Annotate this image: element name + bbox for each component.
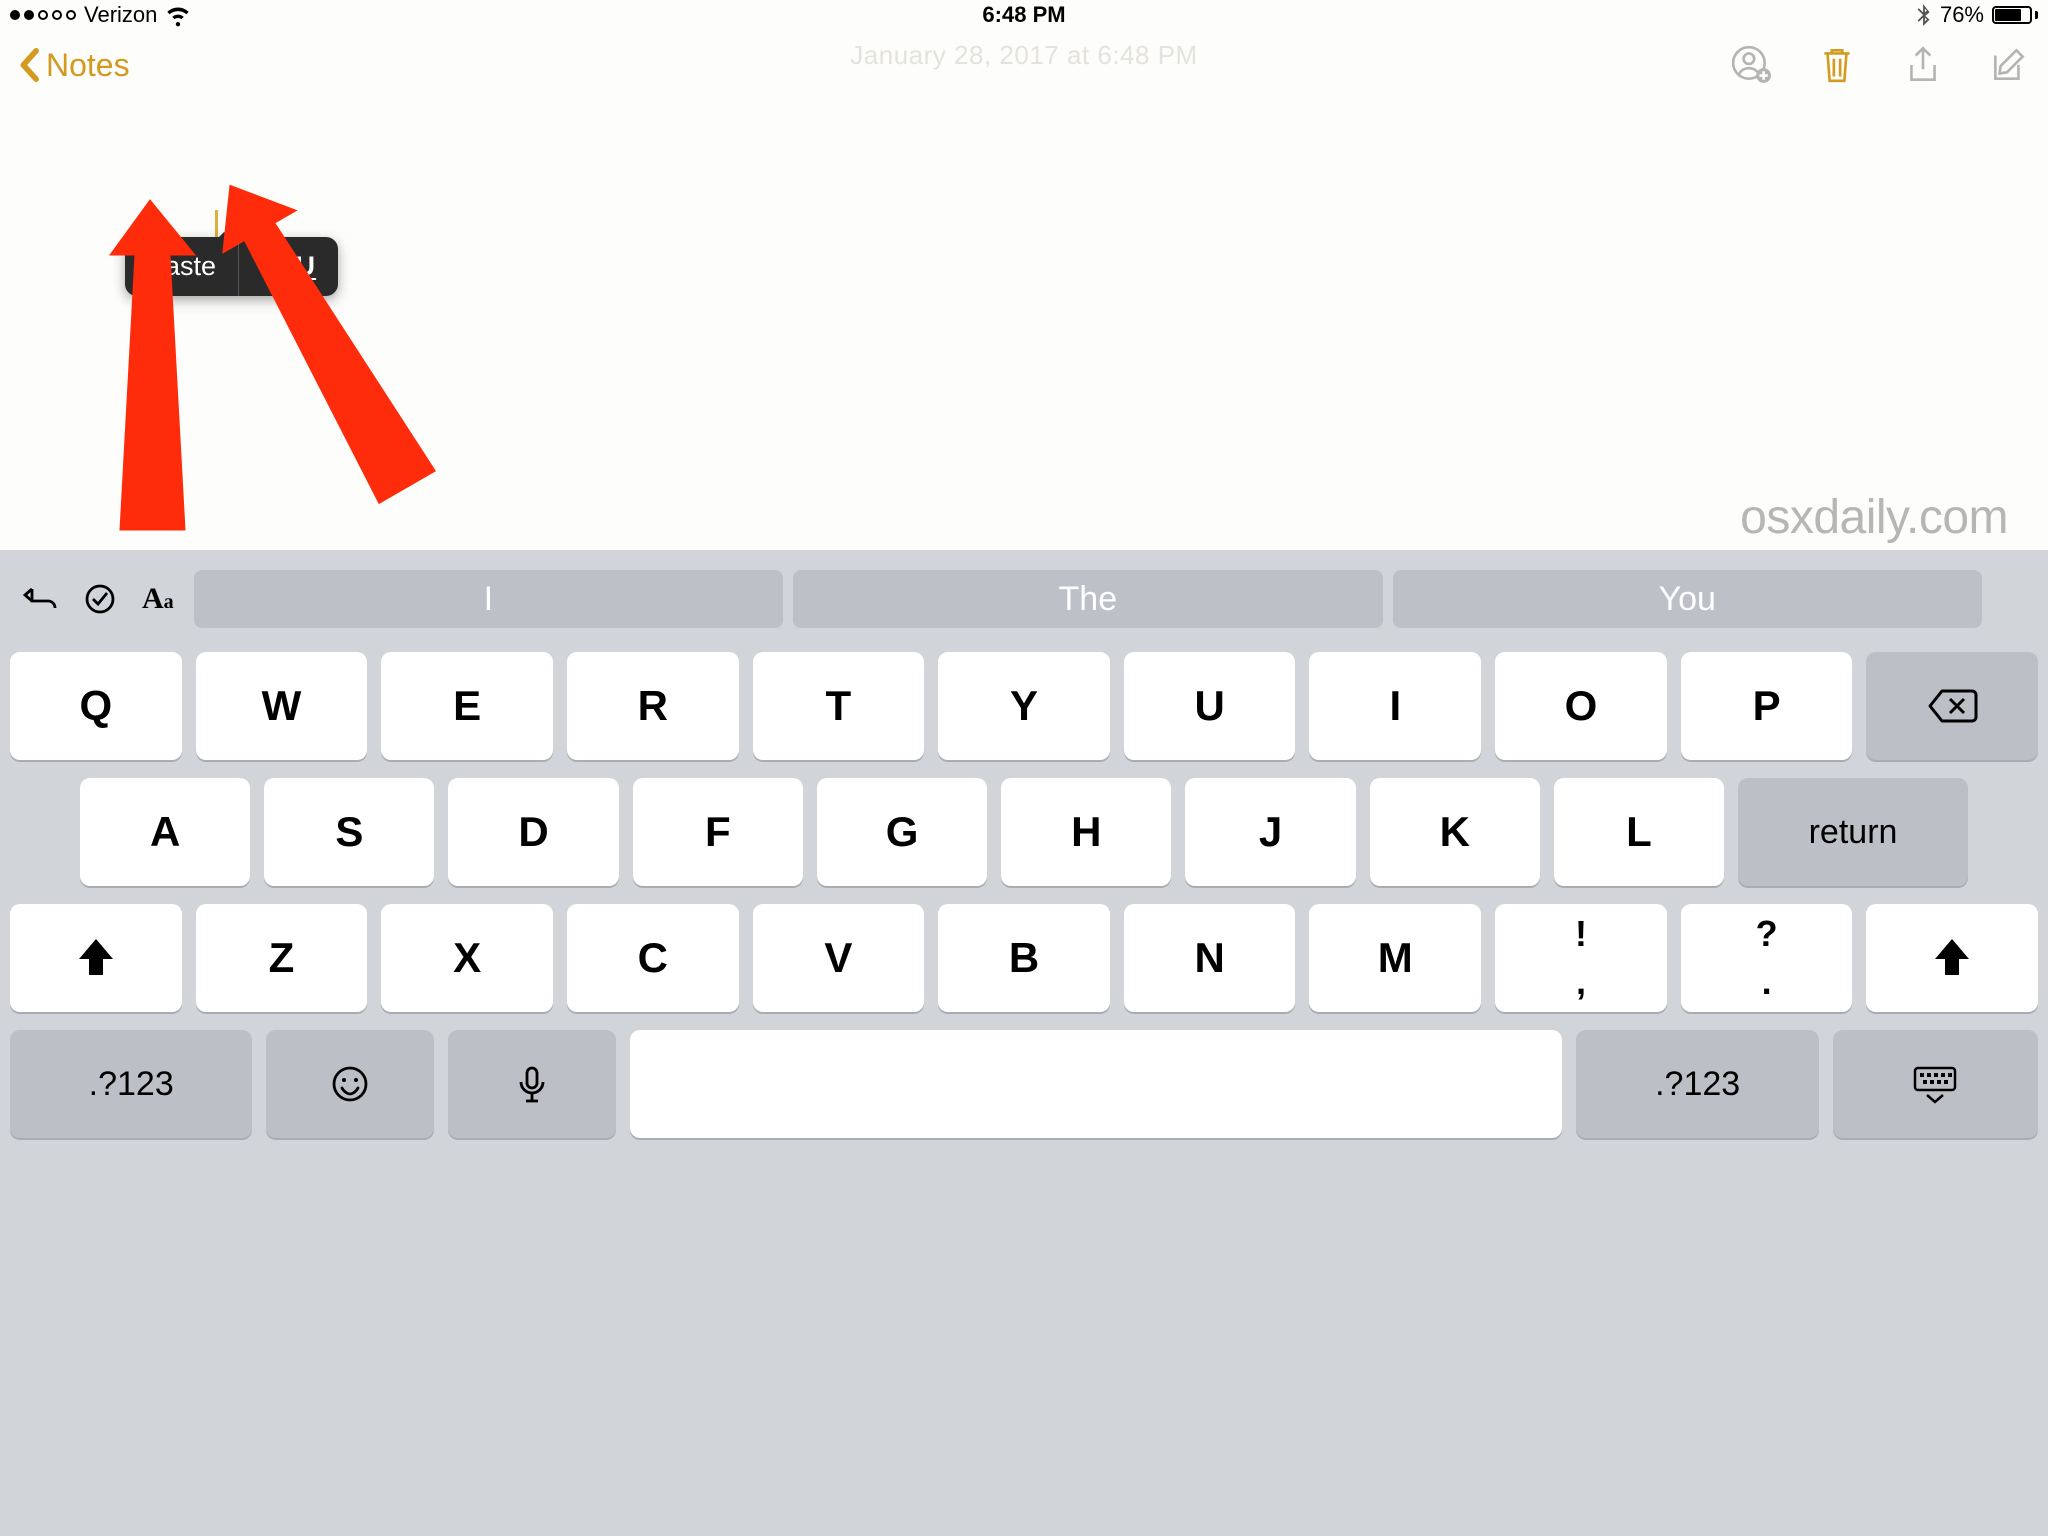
trash-icon[interactable] bbox=[1816, 44, 1858, 86]
key-x[interactable]: X bbox=[381, 904, 553, 1012]
key-h[interactable]: H bbox=[1001, 778, 1171, 886]
status-bar: Verizon 6:48 PM 76% bbox=[0, 0, 2048, 30]
note-body[interactable]: Paste B I U bbox=[0, 100, 2048, 550]
key-period[interactable]: ? . bbox=[1681, 904, 1853, 1012]
key-t[interactable]: T bbox=[753, 652, 925, 760]
compose-icon[interactable] bbox=[1988, 44, 2030, 86]
suggestion-3[interactable]: You bbox=[1393, 570, 1982, 628]
dictation-key[interactable] bbox=[448, 1030, 616, 1138]
note-timestamp: January 28, 2017 at 6:48 PM bbox=[850, 40, 1197, 71]
key-row-3: Z X C V B N M ! , ? . bbox=[10, 904, 2038, 1012]
key-u[interactable]: U bbox=[1124, 652, 1296, 760]
chevron-left-icon bbox=[18, 48, 40, 82]
key-row-4: .?123 .?123 bbox=[10, 1030, 2038, 1138]
key-l[interactable]: L bbox=[1554, 778, 1724, 886]
key-k[interactable]: K bbox=[1370, 778, 1540, 886]
share-icon[interactable] bbox=[1902, 44, 1944, 86]
key-z[interactable]: Z bbox=[196, 904, 368, 1012]
key-r[interactable]: R bbox=[567, 652, 739, 760]
annotation-arrows bbox=[0, 100, 560, 550]
key-d[interactable]: D bbox=[448, 778, 618, 886]
clock: 6:48 PM bbox=[982, 2, 1065, 28]
space-key[interactable] bbox=[630, 1030, 1562, 1138]
back-button[interactable]: Notes bbox=[18, 47, 130, 84]
suggestion-2[interactable]: The bbox=[793, 570, 1382, 628]
key-e[interactable]: E bbox=[381, 652, 553, 760]
battery-icon bbox=[1992, 6, 2038, 24]
key-o[interactable]: O bbox=[1495, 652, 1667, 760]
key-y[interactable]: Y bbox=[938, 652, 1110, 760]
signal-strength-icon bbox=[10, 10, 76, 20]
key-g[interactable]: G bbox=[817, 778, 987, 886]
checklist-icon[interactable] bbox=[82, 581, 118, 617]
emoji-key[interactable] bbox=[266, 1030, 434, 1138]
key-m[interactable]: M bbox=[1309, 904, 1481, 1012]
key-i[interactable]: I bbox=[1309, 652, 1481, 760]
key-n[interactable]: N bbox=[1124, 904, 1296, 1012]
undo-icon[interactable] bbox=[22, 581, 58, 617]
bluetooth-icon bbox=[1916, 4, 1932, 26]
shift-key-left[interactable] bbox=[10, 904, 182, 1012]
suggestion-bar: Aa I The You bbox=[0, 550, 2048, 640]
text-format-icon[interactable]: Aa bbox=[142, 582, 174, 616]
watermark: osxdaily.com bbox=[1740, 490, 2008, 545]
key-p[interactable]: P bbox=[1681, 652, 1853, 760]
shift-key-right[interactable] bbox=[1866, 904, 2038, 1012]
key-comma[interactable]: ! , bbox=[1495, 904, 1667, 1012]
return-key[interactable]: return bbox=[1738, 778, 1968, 886]
carrier-label: Verizon bbox=[84, 2, 157, 28]
number-switch-left[interactable]: .?123 bbox=[10, 1030, 252, 1138]
back-label: Notes bbox=[46, 47, 130, 84]
backspace-key[interactable] bbox=[1866, 652, 2038, 760]
key-f[interactable]: F bbox=[633, 778, 803, 886]
key-w[interactable]: W bbox=[196, 652, 368, 760]
hide-keyboard-key[interactable] bbox=[1833, 1030, 2038, 1138]
wifi-icon bbox=[165, 2, 191, 28]
suggestion-1[interactable]: I bbox=[194, 570, 783, 628]
key-row-2: A S D F G H J K L return bbox=[10, 778, 2038, 886]
key-q[interactable]: Q bbox=[10, 652, 182, 760]
add-person-icon[interactable] bbox=[1730, 44, 1772, 86]
keyboard: Aa I The You Q W E R T Y U I O P A S bbox=[0, 550, 2048, 1536]
key-j[interactable]: J bbox=[1185, 778, 1355, 886]
key-v[interactable]: V bbox=[753, 904, 925, 1012]
key-c[interactable]: C bbox=[567, 904, 739, 1012]
key-b[interactable]: B bbox=[938, 904, 1110, 1012]
battery-percent: 76% bbox=[1940, 2, 1984, 28]
key-s[interactable]: S bbox=[264, 778, 434, 886]
key-a[interactable]: A bbox=[80, 778, 250, 886]
key-row-1: Q W E R T Y U I O P bbox=[10, 652, 2038, 760]
number-switch-right[interactable]: .?123 bbox=[1576, 1030, 1818, 1138]
